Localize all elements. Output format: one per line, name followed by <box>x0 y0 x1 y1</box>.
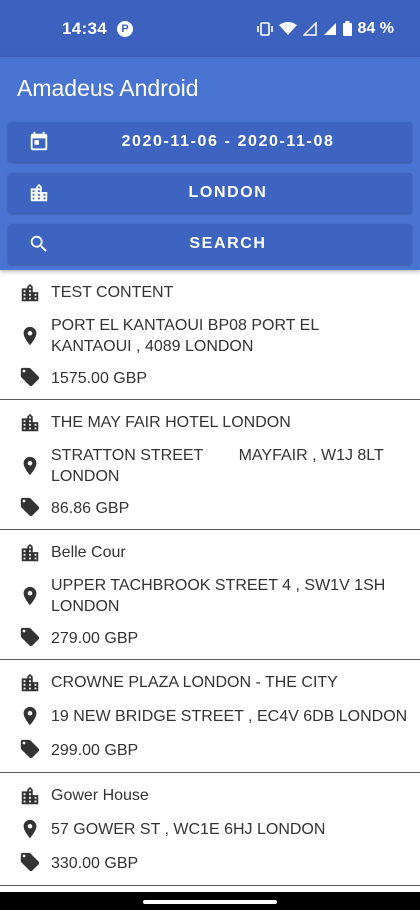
hotel-price: 1575.00 GBP <box>51 370 148 387</box>
hotel-address: STRATTON STREET MAYFAIR , W1J 8LT LONDON <box>51 447 384 485</box>
hotel-price: 86.86 GBP <box>51 500 130 517</box>
hotel-address: 19 NEW BRIDGE STREET , EC4V 6DB LONDON <box>51 708 408 725</box>
city-icon <box>21 283 39 302</box>
hotel-name: CROWNE PLAZA LONDON - THE CITY <box>51 674 338 691</box>
price-tag-icon <box>20 367 40 387</box>
hotel-card[interactable]: CROWNE PLAZA LONDON - THE CITY 19 NEW BR… <box>0 660 420 773</box>
date-range-button[interactable]: 2020-11-06 - 2020-11-08 <box>8 122 412 162</box>
location-pin-icon <box>23 456 37 476</box>
hotel-name-row: Gower House <box>0 785 420 806</box>
city-label: LONDON <box>188 184 268 201</box>
hotel-price-row: 299.00 GBP <box>0 739 420 761</box>
hotel-name: TEST CONTENT <box>51 284 174 301</box>
price-tag-icon <box>20 627 40 647</box>
price-tag-icon <box>20 497 40 517</box>
hotel-card[interactable]: TEST CONTENT PORT EL KANTAOUI BP08 PORT … <box>0 270 420 400</box>
hotel-name-row: Belle Cour <box>0 542 420 563</box>
p-icon: P <box>116 20 133 37</box>
hotel-name-row: TEST CONTENT <box>0 282 420 303</box>
hotel-price-row: 86.86 GBP <box>0 497 420 519</box>
app-title: Amadeus Android <box>17 75 199 101</box>
hotel-address: 57 GOWER ST , WC1E 6HJ LONDON <box>51 821 326 838</box>
hotel-card[interactable]: Gower House 57 GOWER ST , WC1E 6HJ LONDO… <box>0 773 420 886</box>
location-pin-icon <box>23 706 37 726</box>
date-range-label: 2020-11-06 - 2020-11-08 <box>121 133 335 150</box>
hotel-address-row: 19 NEW BRIDGE STREET , EC4V 6DB LONDON <box>0 706 420 727</box>
price-tag-icon <box>20 852 40 872</box>
location-pin-icon <box>23 586 37 606</box>
city-icon <box>21 673 39 692</box>
hotel-name: THE MAY FAIR HOTEL LONDON <box>51 414 291 431</box>
home-indicator[interactable] <box>143 900 277 904</box>
hotel-price-row: 330.00 GBP <box>0 852 420 874</box>
battery-text: 84 % <box>357 19 394 37</box>
hotel-address-row: UPPER TACHBROOK STREET 4 , SW1V 1SH LOND… <box>0 575 420 617</box>
hotel-address-row: PORT EL KANTAOUI BP08 PORT EL KANTAOUI ,… <box>0 315 420 357</box>
hotel-address: UPPER TACHBROOK STREET 4 , SW1V 1SH LOND… <box>51 577 386 615</box>
battery-icon <box>342 21 352 36</box>
hotel-name-row: CROWNE PLAZA LONDON - THE CITY <box>0 672 420 693</box>
hotel-name-row: THE MAY FAIR HOTEL LONDON <box>0 412 420 433</box>
app-bar: Amadeus Android 2020-11-06 - 2020-11-08 … <box>0 57 420 270</box>
location-pin-icon <box>23 819 37 839</box>
city-icon <box>21 786 39 805</box>
price-tag-icon <box>20 739 40 759</box>
status-icons: 84 % <box>256 19 394 38</box>
hotel-address: PORT EL KANTAOUI BP08 PORT EL KANTAOUI ,… <box>51 317 320 355</box>
hotel-address-row: STRATTON STREET MAYFAIR , W1J 8LT LONDON <box>0 445 420 487</box>
hotel-price: 299.00 GBP <box>51 742 139 759</box>
hotel-price-row: 279.00 GBP <box>0 627 420 649</box>
hotel-list: TEST CONTENT PORT EL KANTAOUI BP08 PORT … <box>0 270 420 886</box>
hotel-card[interactable]: THE MAY FAIR HOTEL LONDON STRATTON STREE… <box>0 400 420 530</box>
city-button[interactable]: LONDON <box>8 173 412 213</box>
search-button[interactable]: SEARCH <box>8 224 412 264</box>
signal-icon <box>302 21 317 36</box>
city-icon <box>21 543 39 562</box>
hotel-price: 330.00 GBP <box>51 855 139 872</box>
hotel-name: Gower House <box>51 787 149 804</box>
hotel-card[interactable]: Belle Cour UPPER TACHBROOK STREET 4 , SW… <box>0 530 420 660</box>
hotel-name: Belle Cour <box>51 544 126 561</box>
hotel-price-row: 1575.00 GBP <box>0 367 420 389</box>
wifi-icon <box>278 21 297 35</box>
search-label: SEARCH <box>189 235 267 252</box>
hotel-price: 279.00 GBP <box>51 630 139 647</box>
vibrate-icon <box>256 21 273 36</box>
signal-icon-2 <box>323 22 336 35</box>
location-pin-icon <box>23 326 37 346</box>
city-icon <box>21 413 39 432</box>
status-time: 14:34 <box>62 18 107 38</box>
hotel-address-row: 57 GOWER ST , WC1E 6HJ LONDON <box>0 819 420 840</box>
status-bar: 14:34 P 84 % <box>0 0 420 57</box>
